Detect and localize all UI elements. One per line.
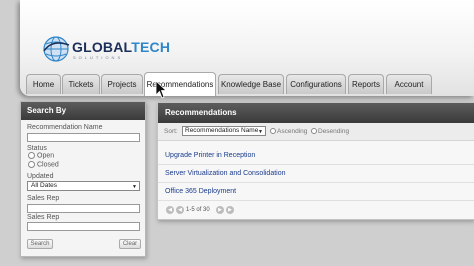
tab-account[interactable]: Account: [386, 74, 432, 94]
radio-icon: [28, 161, 35, 168]
clear-button[interactable]: Clear: [119, 239, 141, 249]
list-item[interactable]: Server Virtualization and Consolidation: [158, 165, 474, 183]
recommendation-name-input[interactable]: [27, 133, 140, 142]
tab-knowledge-base[interactable]: Knowledge Base: [218, 74, 284, 94]
tab-projects[interactable]: Projects: [101, 74, 143, 94]
mouse-cursor-icon: [155, 80, 167, 99]
list-item[interactable]: Upgrade Printer in Reception: [158, 147, 474, 165]
first-page-icon[interactable]: ◀: [166, 206, 174, 214]
sort-ascending-label: Ascending: [277, 128, 308, 135]
status-option-open-label: Open: [37, 152, 55, 160]
sort-label: Sort:: [164, 128, 178, 135]
sort-bar: Sort: Recommendations Name ▼ Ascending De…: [158, 123, 474, 141]
radio-icon: [270, 128, 276, 135]
logo-tagline: SOLUTIONS: [73, 55, 124, 60]
prev-page-icon[interactable]: ◀: [176, 206, 184, 214]
chevron-down-icon: ▼: [132, 184, 137, 190]
sales-rep-input-1[interactable]: [27, 204, 140, 213]
status-label: Status: [27, 145, 47, 152]
tab-reports[interactable]: Reports: [348, 74, 384, 94]
sort-ascending-option[interactable]: Ascending: [270, 128, 307, 135]
tab-configurations[interactable]: Configurations: [286, 74, 346, 94]
sort-select[interactable]: Recommendations Name ▼: [182, 126, 266, 136]
search-panel: Search By Recommendation Name Status Ope…: [20, 101, 146, 257]
recommendations-panel: Recommendations Sort: Recommendations Na…: [157, 102, 474, 220]
sales-rep-label-2: Sales Rep: [27, 214, 60, 221]
status-option-closed[interactable]: Closed: [28, 161, 59, 168]
sort-select-value: Recommendations Name: [185, 127, 259, 134]
logo-wordmark: GLOBALTECH: [72, 39, 170, 55]
radio-icon: [28, 152, 35, 159]
logo-word-global: GLOBAL: [72, 39, 132, 55]
tab-tickets[interactable]: Tickets: [62, 74, 100, 94]
radio-icon: [311, 128, 317, 135]
updated-label: Updated: [27, 173, 54, 180]
globaltech-logo: GLOBALTECH SOLUTIONS: [42, 35, 172, 67]
list-item[interactable]: Office 365 Deployment: [158, 183, 474, 201]
chevron-down-icon: ▼: [258, 129, 263, 135]
logo-word-tech: TECH: [131, 39, 171, 55]
updated-select[interactable]: All Dates ▼: [27, 181, 140, 191]
recommendations-title: Recommendations: [158, 103, 474, 123]
search-button[interactable]: Search: [27, 239, 53, 249]
recommendation-name-label: Recommendation Name: [27, 124, 103, 131]
updated-select-value: All Dates: [31, 182, 58, 189]
status-option-closed-label: Closed: [37, 161, 59, 169]
globe-icon: [43, 36, 70, 62]
sales-rep-label-1: Sales Rep: [27, 195, 60, 202]
sort-descending-label: Desending: [318, 128, 350, 135]
status-option-open[interactable]: Open: [28, 152, 54, 159]
pager-range: 1-5 of 30: [186, 207, 210, 213]
search-panel-title: Search By: [21, 102, 145, 120]
sort-descending-option[interactable]: Desending: [311, 128, 349, 135]
next-page-icon[interactable]: ▶: [216, 206, 224, 214]
tab-home[interactable]: Home: [26, 74, 61, 94]
last-page-icon[interactable]: ▶: [226, 206, 234, 214]
sales-rep-input-2[interactable]: [27, 222, 140, 231]
